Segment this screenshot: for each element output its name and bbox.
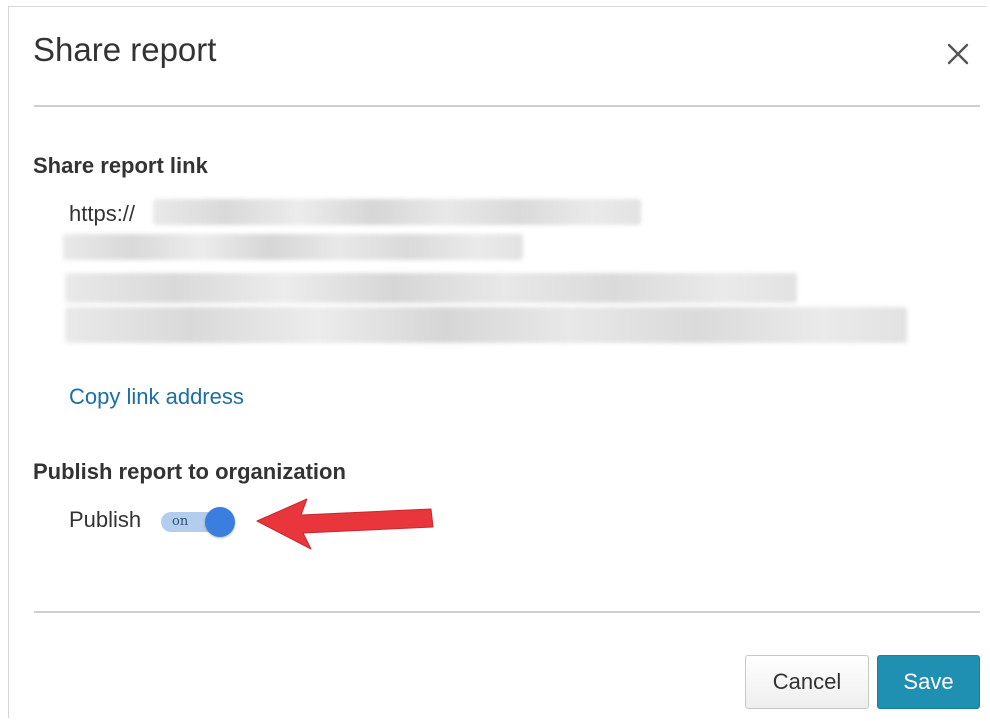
publish-label: Publish	[69, 507, 142, 532]
toggle-state-text: on	[172, 514, 189, 529]
publish-section-title: Publish report to organization	[33, 459, 346, 484]
url-prefix-text: https://	[69, 201, 136, 226]
share-link-section-title: Share report link	[33, 153, 208, 178]
publish-toggle[interactable]: on	[161, 507, 239, 537]
copy-link-address[interactable]: Copy link address	[69, 384, 244, 410]
dialog-title: Share report	[33, 31, 217, 68]
toggle-knob	[205, 507, 235, 537]
redacted-url-line	[63, 234, 523, 260]
redacted-url-line	[65, 307, 907, 343]
close-icon	[947, 43, 969, 65]
close-button[interactable]	[945, 41, 971, 67]
save-button[interactable]: Save	[877, 655, 980, 709]
share-link-url: https://	[69, 201, 135, 227]
footer-divider	[34, 611, 980, 613]
redacted-url-line	[65, 273, 797, 303]
share-report-dialog: Share report Share report link https:// …	[8, 6, 986, 718]
redacted-url-line	[153, 199, 641, 225]
red-arrow-icon	[256, 498, 434, 550]
header-divider	[34, 105, 980, 107]
cancel-button[interactable]: Cancel	[745, 655, 869, 709]
